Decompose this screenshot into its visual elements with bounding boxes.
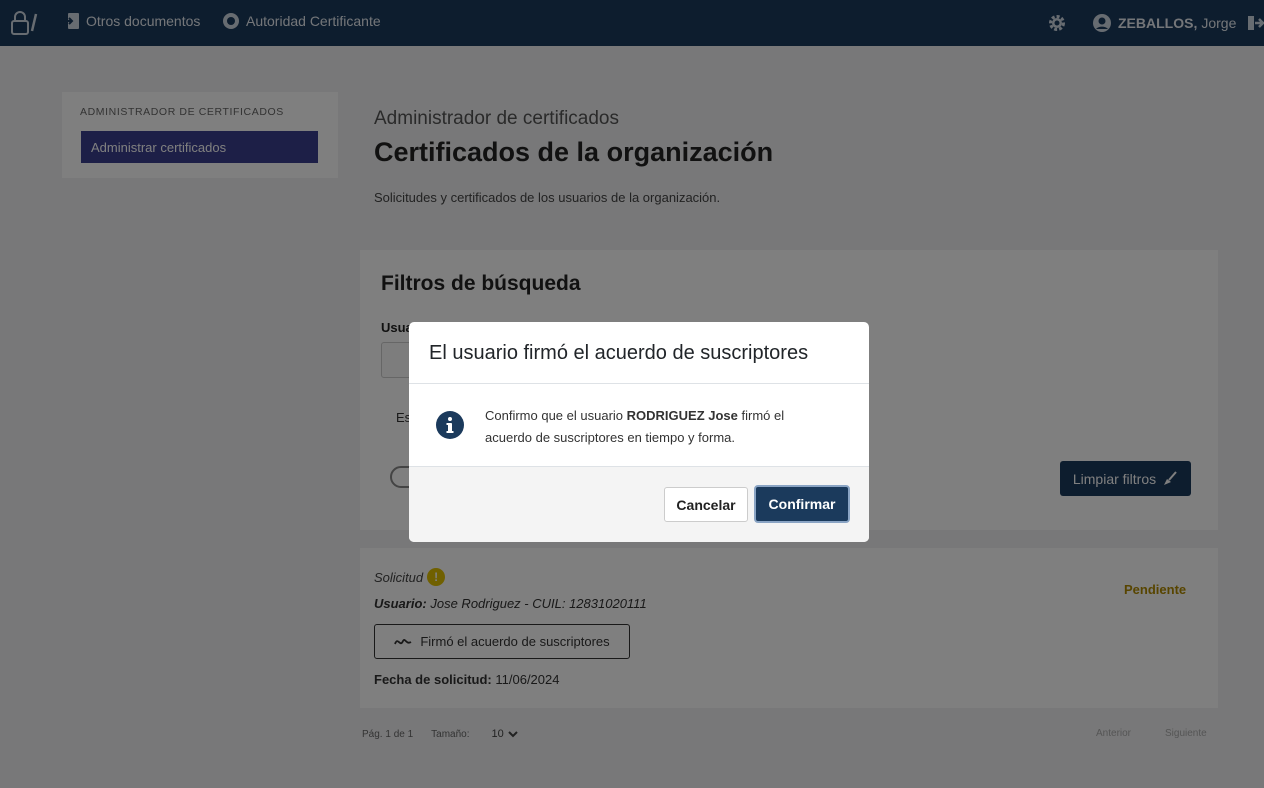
dialog-title: El usuario firmó el acuerdo de suscripto… [429, 342, 809, 364]
dialog-message: Confirmo que el usuario RODRIGUEZ Jose f… [485, 405, 825, 449]
dialog-footer: Cancelar Confirmar [409, 467, 869, 542]
info-icon [436, 411, 464, 439]
cancel-button[interactable]: Cancelar [664, 487, 748, 522]
confirm-button[interactable]: Confirmar [754, 485, 850, 523]
dialog-message-prefix: Confirmo que el usuario [485, 408, 627, 423]
confirm-dialog: El usuario firmó el acuerdo de suscripto… [409, 322, 869, 542]
dialog-body: Confirmo que el usuario RODRIGUEZ Jose f… [409, 384, 869, 467]
dialog-message-username: RODRIGUEZ Jose [626, 408, 738, 423]
dialog-header: El usuario firmó el acuerdo de suscripto… [409, 322, 869, 384]
